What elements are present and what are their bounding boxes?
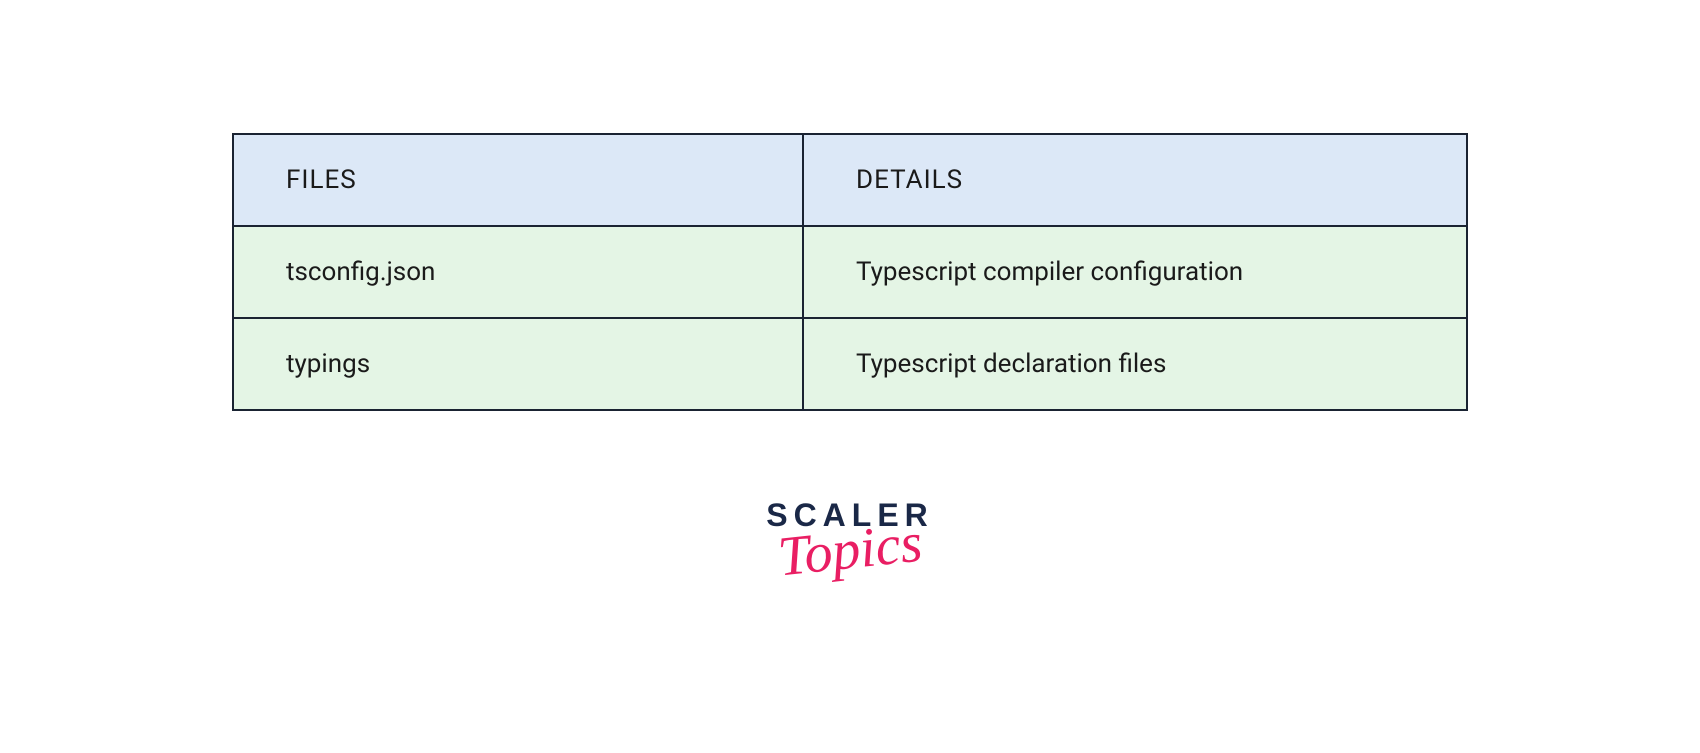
logo-topics-text: Topics xyxy=(776,518,925,583)
cell-details: Typescript compiler configuration xyxy=(804,227,1466,317)
table-row: typings Typescript declaration files xyxy=(234,319,1466,409)
files-table: FILES DETAILS tsconfig.json Typescript c… xyxy=(232,133,1468,411)
header-files: FILES xyxy=(234,135,804,225)
cell-details: Typescript declaration files xyxy=(804,319,1466,409)
table-header-row: FILES DETAILS xyxy=(234,135,1466,227)
cell-files: typings xyxy=(234,319,804,409)
table-row: tsconfig.json Typescript compiler config… xyxy=(234,227,1466,319)
cell-files: tsconfig.json xyxy=(234,227,804,317)
header-details: DETAILS xyxy=(804,135,1466,225)
scaler-topics-logo: SCALER Topics xyxy=(766,499,934,575)
